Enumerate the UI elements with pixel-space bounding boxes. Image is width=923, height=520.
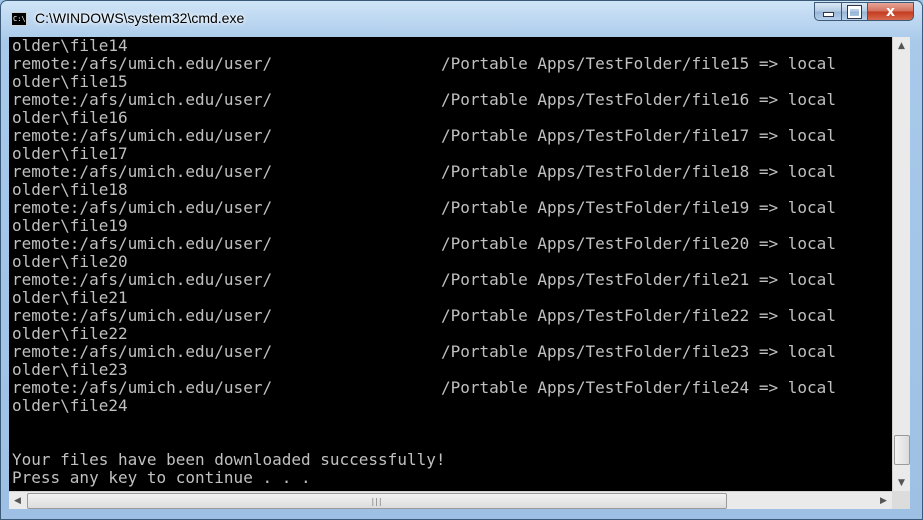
console-line: Press any key to continue . . . [9, 469, 892, 487]
scroll-grip-icon: ||| [371, 496, 383, 506]
console-text: Your files have been downloaded successf… [12, 450, 446, 469]
console-text: remote:/afs/umich.edu/user/ [12, 162, 273, 181]
maximize-button[interactable] [842, 2, 868, 21]
console-line: older\file16 [9, 109, 892, 127]
console-line: older\file15 [9, 73, 892, 91]
console-text: /Portable Apps/TestFolder/file21 => loca… [441, 270, 836, 289]
console-output[interactable]: older\file14 remote:/afs/umich.edu/user/… [9, 37, 892, 491]
cmd-icon-text: C:\ [13, 15, 26, 23]
console-line: remote:/afs/umich.edu/user/ /Portable App… [9, 307, 892, 325]
cmd-window: C:\ C:\WINDOWS\system32\cmd.exe x older\… [0, 0, 923, 520]
console-text: remote:/afs/umich.edu/user/ [12, 306, 273, 325]
console-text: /Portable Apps/TestFolder/file18 => loca… [441, 162, 836, 181]
console-line: older\file23 [9, 361, 892, 379]
console-line: older\file17 [9, 145, 892, 163]
horizontal-scroll-thumb[interactable]: ||| [27, 493, 727, 509]
window-title: C:\WINDOWS\system32\cmd.exe [35, 10, 245, 26]
console-line: older\file20 [9, 253, 892, 271]
console-text: remote:/afs/umich.edu/user/ [12, 270, 273, 289]
console-text: remote:/afs/umich.edu/user/ [12, 198, 273, 217]
console-text: older\file20 [12, 252, 128, 271]
console-text: older\file18 [12, 180, 128, 199]
console-text: /Portable Apps/TestFolder/file16 => loca… [441, 90, 836, 109]
console-text: /Portable Apps/TestFolder/file19 => loca… [441, 198, 836, 217]
console-text: Press any key to continue . . . [12, 468, 311, 487]
console-text: older\file14 [12, 37, 128, 55]
scroll-down-arrow-icon[interactable]: ▼ [893, 474, 910, 491]
console-line: remote:/afs/umich.edu/user/ /Portable App… [9, 127, 892, 145]
vertical-scrollbar[interactable]: ▲ ▼ [892, 37, 910, 491]
console-line: older\file21 [9, 289, 892, 307]
close-button[interactable]: x [868, 2, 914, 21]
console-text: /Portable Apps/TestFolder/file15 => loca… [441, 54, 836, 73]
console-text: older\file16 [12, 108, 128, 127]
console-text: older\file17 [12, 144, 128, 163]
console-line: older\file19 [9, 217, 892, 235]
console-text: older\file19 [12, 216, 128, 235]
minimize-icon [822, 12, 834, 17]
console-line: remote:/afs/umich.edu/user/ /Portable App… [9, 199, 892, 217]
cmd-icon[interactable]: C:\ [11, 12, 27, 26]
console-text: /Portable Apps/TestFolder/file20 => loca… [441, 234, 836, 253]
close-icon: x [885, 3, 896, 20]
console-text: remote:/afs/umich.edu/user/ [12, 126, 273, 145]
window-controls: x [814, 2, 914, 22]
console-line: older\file22 [9, 325, 892, 343]
scroll-up-arrow-icon[interactable]: ▲ [893, 37, 910, 54]
console-line: older\file18 [9, 181, 892, 199]
console-line: older\file24 [9, 397, 892, 415]
console-text: /Portable Apps/TestFolder/file24 => loca… [441, 378, 836, 397]
horizontal-scrollbar[interactable]: ◀ ||| ▶ [9, 491, 892, 509]
console-text: older\file24 [12, 396, 128, 415]
console-text: remote:/afs/umich.edu/user/ [12, 234, 273, 253]
console-text: /Portable Apps/TestFolder/file22 => loca… [441, 306, 836, 325]
maximize-icon [848, 5, 861, 18]
console-text: /Portable Apps/TestFolder/file17 => loca… [441, 126, 836, 145]
scroll-left-arrow-icon[interactable]: ◀ [9, 492, 26, 509]
vertical-scroll-thumb[interactable] [894, 435, 910, 465]
console-line: remote:/afs/umich.edu/user/ /Portable App… [9, 379, 892, 397]
console-text: older\file22 [12, 324, 128, 343]
console-line: remote:/afs/umich.edu/user/ /Portable App… [9, 235, 892, 253]
console-line: remote:/afs/umich.edu/user/ /Portable App… [9, 55, 892, 73]
console-text: older\file21 [12, 288, 128, 307]
console-line: remote:/afs/umich.edu/user/ /Portable App… [9, 163, 892, 181]
title-bar[interactable]: C:\ C:\WINDOWS\system32\cmd.exe x [1, 1, 922, 37]
scroll-right-arrow-icon[interactable]: ▶ [875, 492, 892, 509]
console-line: older\file14 [9, 37, 892, 55]
console-text: older\file15 [12, 72, 128, 91]
console-text: /Portable Apps/TestFolder/file23 => loca… [441, 342, 836, 361]
console-text: older\file23 [12, 360, 128, 379]
console-text: remote:/afs/umich.edu/user/ [12, 378, 273, 397]
console-text: remote:/afs/umich.edu/user/ [12, 90, 273, 109]
minimize-button[interactable] [814, 2, 842, 21]
console-line: remote:/afs/umich.edu/user/ /Portable App… [9, 271, 892, 289]
console-text: remote:/afs/umich.edu/user/ [12, 54, 273, 73]
console-text: remote:/afs/umich.edu/user/ [12, 342, 273, 361]
console-line: Your files have been downloaded successf… [9, 451, 892, 469]
console-line: remote:/afs/umich.edu/user/ /Portable App… [9, 343, 892, 361]
scrollbar-corner [892, 491, 910, 509]
console-line: remote:/afs/umich.edu/user/ /Portable App… [9, 91, 892, 109]
